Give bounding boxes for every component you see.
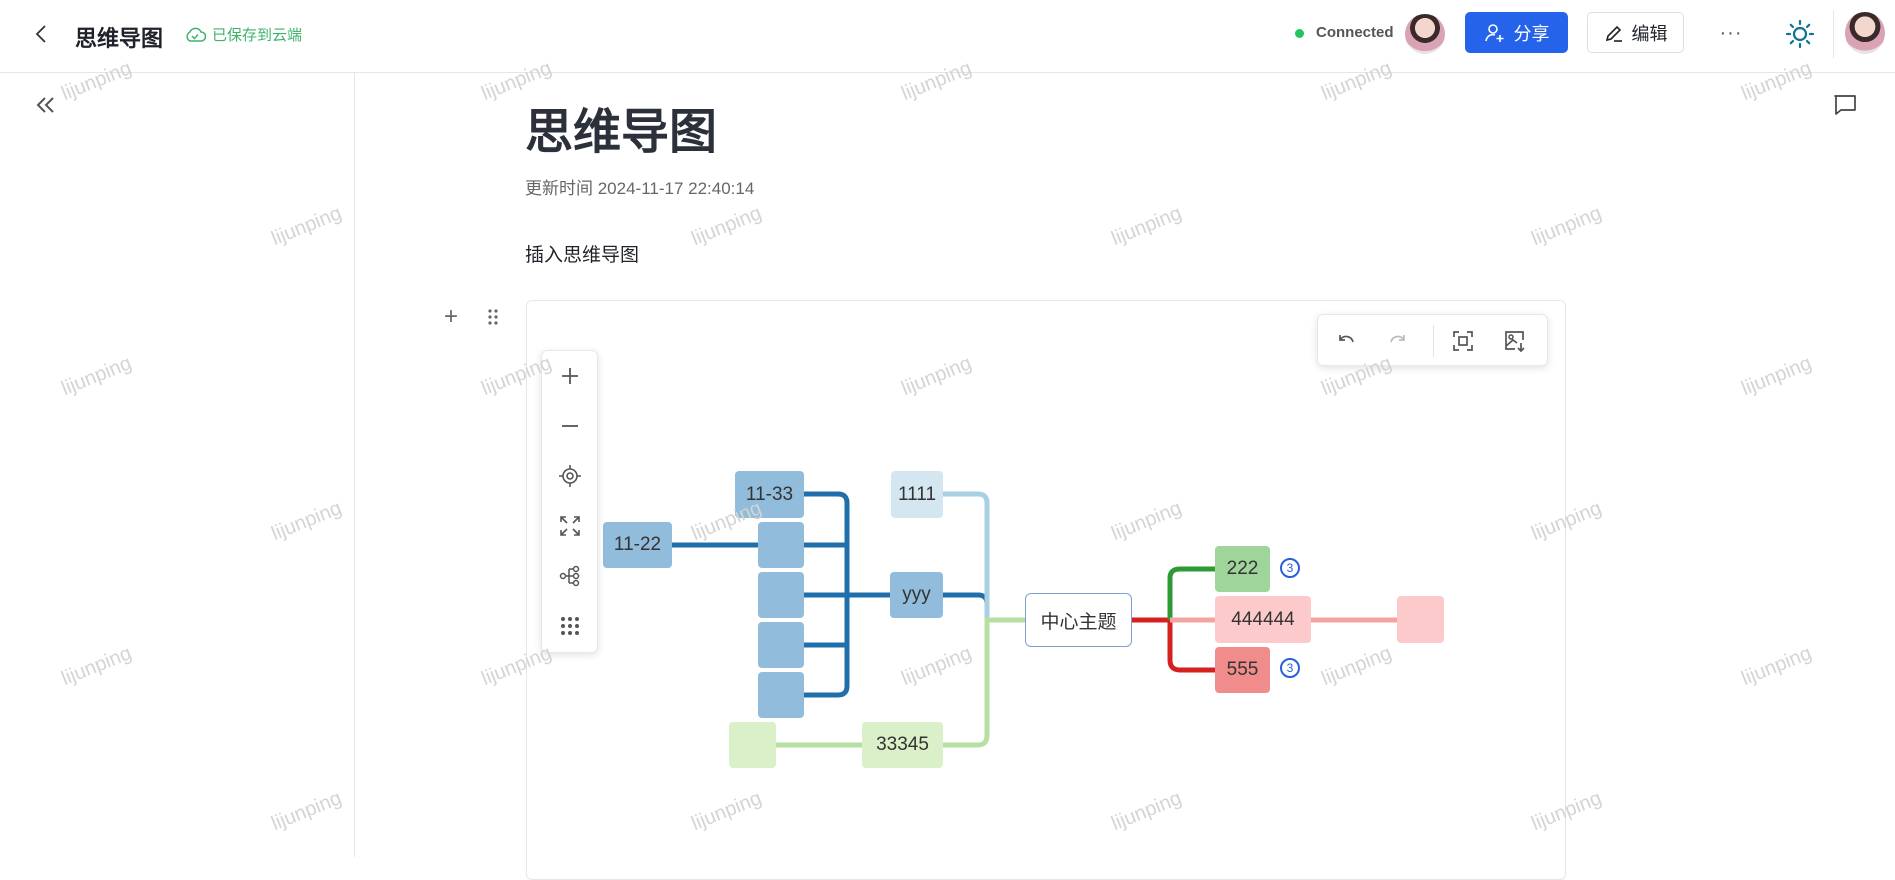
- plus-icon: [562, 368, 578, 384]
- node-11-33[interactable]: 11-33: [735, 471, 804, 518]
- edge-222: [1167, 566, 1215, 620]
- minus-icon: [562, 425, 578, 427]
- undo-button[interactable]: [1331, 326, 1361, 356]
- node-11-22[interactable]: 11-22: [603, 522, 672, 568]
- more-tools-button[interactable]: [555, 611, 585, 641]
- edge-yyy: [943, 592, 990, 620]
- node-blank[interactable]: [758, 522, 804, 568]
- node-blank-green[interactable]: [729, 722, 776, 768]
- node-blank-pink[interactable]: [1397, 596, 1444, 643]
- zoom-in-button[interactable]: [555, 361, 585, 391]
- node-blank[interactable]: [758, 672, 804, 718]
- grid-dots-icon: [561, 617, 579, 635]
- node-444444[interactable]: 444444: [1215, 596, 1311, 643]
- fit-view-button[interactable]: [555, 511, 585, 541]
- redo-button[interactable]: [1383, 326, 1413, 356]
- node-222-count-badge[interactable]: 3: [1280, 558, 1300, 578]
- redo-icon: [1390, 335, 1405, 343]
- node-222[interactable]: 222: [1215, 546, 1270, 592]
- node-555-count-badge[interactable]: 3: [1280, 658, 1300, 678]
- tree-structure-icon: [559, 565, 580, 587]
- edge-1111: [943, 491, 990, 620]
- toolbar-divider: [1433, 325, 1434, 357]
- node-33345[interactable]: 33345: [862, 722, 943, 768]
- fit-screen-button[interactable]: [1448, 326, 1478, 356]
- edge-red-root: [1132, 617, 1215, 673]
- locate-center-button[interactable]: [555, 461, 585, 491]
- expand-icon: [560, 516, 580, 536]
- export-image-button[interactable]: [1500, 326, 1530, 356]
- node-blank[interactable]: [758, 572, 804, 618]
- node-555[interactable]: 555: [1215, 647, 1270, 693]
- node-root[interactable]: 中心主题: [1025, 593, 1132, 647]
- image-export-icon: [1505, 331, 1525, 353]
- structure-button[interactable]: [555, 561, 585, 591]
- target-icon: [559, 465, 581, 487]
- mindmap-connectors: [672, 491, 1397, 748]
- undo-icon: [1339, 335, 1354, 343]
- zoom-out-button[interactable]: [555, 411, 585, 441]
- node-yyy[interactable]: yyy: [890, 572, 943, 618]
- mindmap-zoom-toolbar: [541, 350, 598, 653]
- node-1111[interactable]: 1111: [891, 471, 943, 518]
- mindmap-history-toolbar: [1317, 314, 1548, 366]
- node-blank[interactable]: [758, 622, 804, 668]
- focus-frame-icon: [1453, 331, 1473, 351]
